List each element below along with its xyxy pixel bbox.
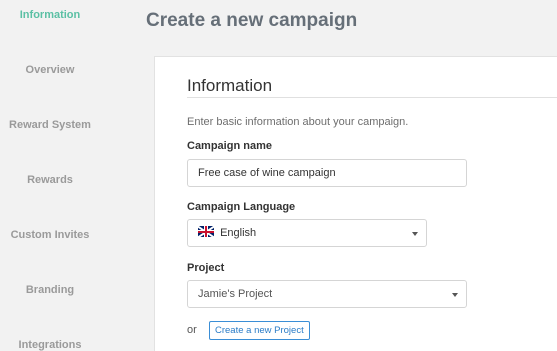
uk-flag-icon	[198, 226, 214, 237]
campaign-name-label: Campaign name	[187, 140, 272, 152]
campaign-name-input[interactable]: Free case of wine campaign	[187, 159, 467, 187]
or-text: or	[187, 324, 197, 336]
section-description: Enter basic information about your campa…	[187, 116, 409, 128]
sidebar-item-branding[interactable]: Branding	[0, 284, 100, 296]
sidebar-item-rewards[interactable]: Rewards	[0, 174, 100, 186]
sidebar-item-overview[interactable]: Overview	[0, 64, 100, 76]
section-divider	[187, 97, 557, 98]
sidebar-item-custom-invites[interactable]: Custom Invites	[0, 229, 100, 241]
chevron-down-icon	[412, 232, 418, 236]
sidebar: Information Overview Reward System Rewar…	[0, 0, 100, 351]
campaign-name-value: Free case of wine campaign	[198, 167, 336, 179]
campaign-language-select[interactable]: English	[187, 219, 427, 247]
sidebar-item-reward-system[interactable]: Reward System	[0, 119, 100, 131]
create-new-project-button[interactable]: Create a new Project	[209, 321, 310, 340]
information-panel: Information Enter basic information abou…	[154, 56, 557, 351]
section-title: Information	[187, 76, 273, 95]
chevron-down-icon	[452, 293, 458, 297]
sidebar-item-integrations[interactable]: Integrations	[0, 339, 100, 351]
sidebar-item-information[interactable]: Information	[0, 9, 100, 21]
campaign-language-value: English	[220, 227, 257, 239]
project-label: Project	[187, 262, 225, 274]
campaign-language-label: Campaign Language	[187, 201, 296, 213]
project-select[interactable]: Jamie's Project	[187, 280, 467, 308]
project-value: Jamie's Project	[198, 288, 273, 300]
page-title: Create a new campaign	[146, 10, 358, 31]
